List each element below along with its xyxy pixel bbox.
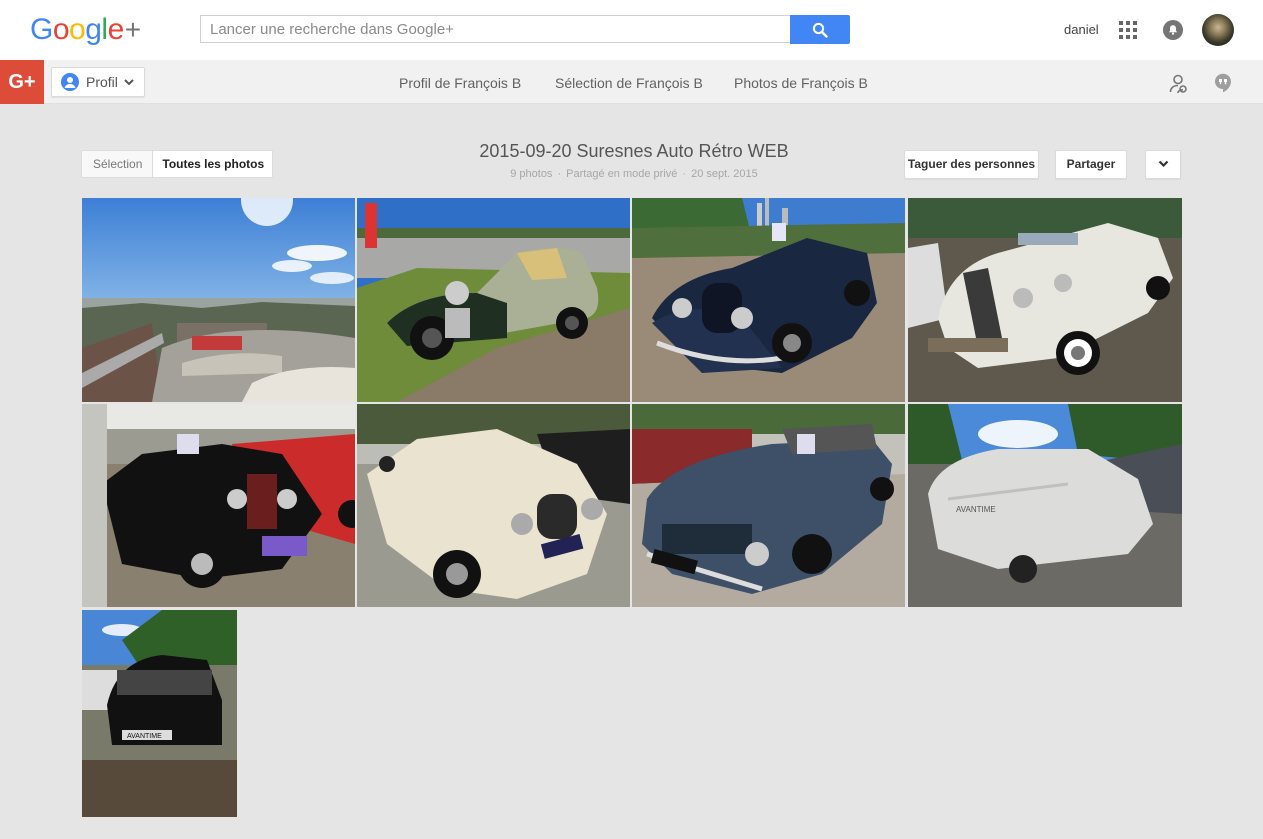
- photo-thumbnail[interactable]: [632, 198, 905, 402]
- avatar[interactable]: [1202, 14, 1234, 46]
- apps-grid-icon[interactable]: [1119, 21, 1137, 39]
- album-title: 2015-09-20 Suresnes Auto Rétro WEB: [479, 141, 789, 161]
- nav-link-selection[interactable]: Sélection de François B: [555, 75, 703, 91]
- view-toggle: Sélection Toutes les photos: [81, 150, 274, 178]
- collaborators-icon[interactable]: [1167, 73, 1189, 95]
- photo-thumbnail[interactable]: [357, 198, 630, 402]
- photo-thumbnail[interactable]: [357, 404, 630, 607]
- toggle-selection[interactable]: Sélection: [82, 151, 154, 177]
- search-button[interactable]: [790, 15, 850, 44]
- photo-thumbnail[interactable]: [632, 404, 905, 607]
- album-meta: 9 photos · Partagé en mode privé · 20 sept. …: [510, 168, 758, 180]
- photo-label: AVANTIME: [127, 733, 162, 740]
- gplus-menu-button[interactable]: G+: [0, 60, 44, 104]
- nav-link-photos[interactable]: Photos de François B: [734, 75, 868, 91]
- hangouts-icon[interactable]: [1214, 73, 1232, 93]
- profile-person-icon: [61, 73, 79, 91]
- photo-thumbnail[interactable]: AVANTIME: [908, 404, 1182, 607]
- more-options-button[interactable]: [1145, 150, 1181, 179]
- tag-people-button[interactable]: Taguer des personnes: [904, 150, 1039, 179]
- search-input[interactable]: [200, 15, 790, 43]
- photo-thumbnail[interactable]: AVANTIME: [82, 610, 237, 817]
- chevron-down-icon: [124, 78, 134, 85]
- photo-thumbnail[interactable]: [908, 198, 1182, 402]
- photo-thumbnail[interactable]: [82, 198, 355, 402]
- album-date: 20 sept. 2015: [691, 168, 758, 180]
- photo-label: AVANTIME: [956, 505, 996, 514]
- profile-nav-bar: G+ Profil Profil de François B Sélection…: [0, 60, 1263, 104]
- toggle-all-photos[interactable]: Toutes les photos: [153, 151, 273, 177]
- notifications-bell-icon[interactable]: [1163, 20, 1183, 40]
- photo-count: 9 photos: [510, 168, 553, 180]
- top-bar: Google+ daniel: [0, 0, 1263, 60]
- search-icon: [812, 22, 828, 38]
- chevron-down-icon: [1158, 160, 1168, 167]
- visibility-status: Partagé en mode privé: [566, 168, 678, 180]
- photo-thumbnail[interactable]: [82, 404, 355, 607]
- share-button[interactable]: Partager: [1055, 150, 1127, 179]
- profile-dropdown-label: Profil: [86, 74, 118, 90]
- username[interactable]: daniel: [1064, 22, 1099, 37]
- profile-dropdown[interactable]: Profil: [51, 67, 145, 97]
- google-plus-logo[interactable]: Google+: [30, 13, 141, 47]
- nav-link-profile[interactable]: Profil de François B: [399, 75, 521, 91]
